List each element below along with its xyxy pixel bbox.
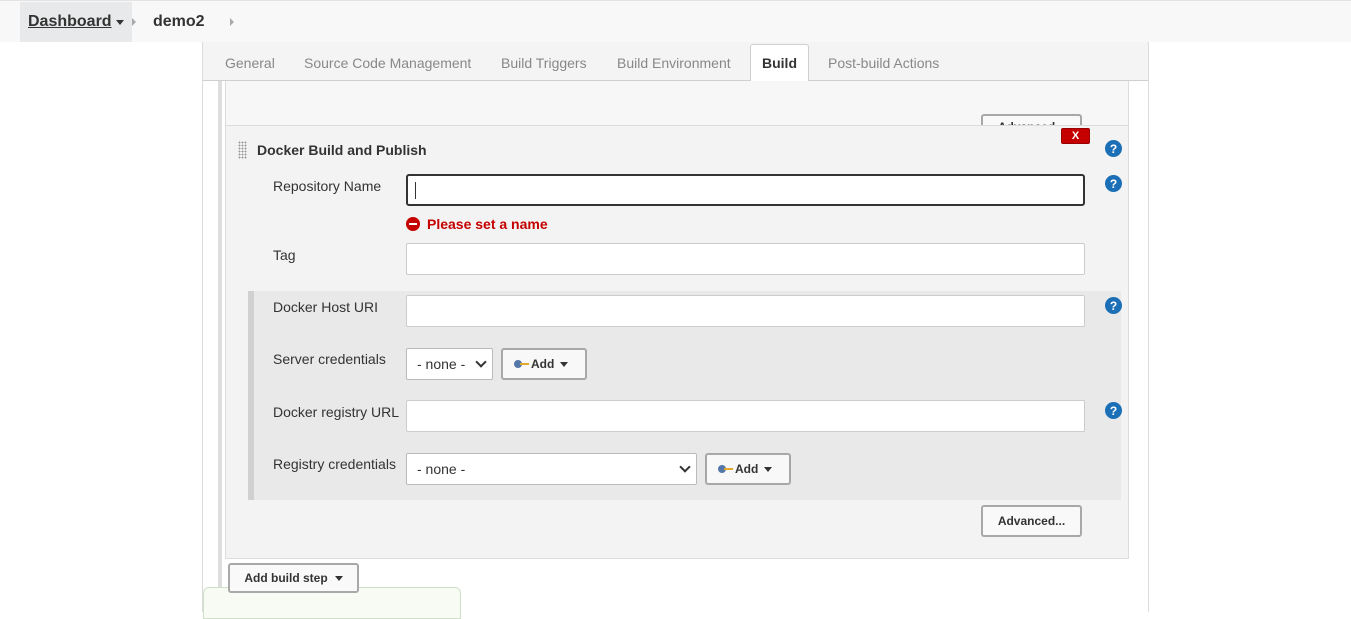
tab-build-environment[interactable]: Build Environment — [617, 55, 731, 71]
breadcrumb-dashboard[interactable]: Dashboard — [20, 2, 132, 42]
registry-credentials-select[interactable]: - none - — [406, 453, 697, 485]
tag-input[interactable] — [406, 243, 1085, 275]
add-button-label: Add — [735, 462, 759, 476]
chevron-down-icon — [475, 356, 487, 368]
docker-registry-url-input[interactable] — [406, 400, 1085, 432]
tag-label: Tag — [273, 247, 296, 263]
error-icon — [406, 217, 420, 231]
caret-down-icon — [560, 361, 569, 367]
add-build-step-label: Add build step — [244, 571, 328, 585]
docker-build-publish-step: Docker Build and Publish X ? Repository … — [225, 125, 1129, 559]
docker-registry-url-label: Docker registry URL — [273, 404, 400, 420]
add-button-label: Add — [531, 357, 555, 371]
chevron-down-icon — [679, 461, 691, 473]
delete-step-button[interactable]: X — [1061, 128, 1090, 144]
key-icon — [718, 465, 734, 473]
help-icon[interactable]: ? — [1105, 402, 1122, 419]
tab-general[interactable]: General — [225, 55, 275, 71]
repository-name-input[interactable] — [406, 174, 1085, 206]
breadcrumb-separator-icon — [132, 18, 136, 26]
caret-down-icon — [764, 466, 773, 472]
error-message: Please set a name — [427, 216, 548, 232]
tab-source-code-management[interactable]: Source Code Management — [304, 55, 471, 71]
server-credentials-label: Server credentials — [273, 351, 386, 367]
text-cursor — [415, 182, 416, 199]
docker-connection-group: Docker Host URI Server credentials - non… — [248, 291, 1121, 500]
breadcrumb-job[interactable]: demo2 — [153, 13, 205, 31]
add-build-step-button[interactable]: Add build step — [228, 563, 359, 593]
registry-credentials-selected: - none - — [417, 461, 466, 477]
breadcrumb-separator-icon — [230, 18, 234, 26]
caret-down-icon — [334, 575, 343, 581]
registry-credentials-add-button[interactable]: Add — [705, 453, 791, 485]
server-credentials-selected: - none - — [417, 356, 466, 372]
key-icon — [514, 360, 530, 368]
config-panel: General Source Code Management Build Tri… — [202, 42, 1149, 619]
help-icon[interactable]: ? — [1105, 140, 1122, 157]
help-icon[interactable]: ? — [1105, 175, 1122, 192]
registry-credentials-label: Registry credentials — [273, 456, 396, 472]
help-icon[interactable]: ? — [1105, 297, 1122, 314]
docker-host-uri-input[interactable] — [406, 295, 1085, 327]
repository-name-error: Please set a name — [406, 216, 548, 232]
dashboard-dropdown-icon[interactable] — [115, 19, 124, 25]
tab-build-triggers[interactable]: Build Triggers — [501, 55, 587, 71]
tab-post-build-actions[interactable]: Post-build Actions — [828, 55, 939, 71]
repository-name-label: Repository Name — [273, 178, 382, 194]
tab-build[interactable]: Build — [750, 44, 809, 81]
docker-advanced-button[interactable]: Advanced... — [981, 505, 1082, 537]
drag-handle-icon[interactable] — [238, 141, 247, 159]
docker-host-uri-label: Docker Host URI — [273, 299, 379, 315]
config-tab-bar: General Source Code Management Build Tri… — [203, 42, 1148, 81]
breadcrumb-dashboard-label[interactable]: Dashboard — [28, 13, 112, 31]
section-left-rail — [218, 81, 222, 612]
server-credentials-add-button[interactable]: Add — [501, 348, 587, 380]
breadcrumb-bar: Dashboard demo2 — [0, 0, 1351, 42]
step-title: Docker Build and Publish — [257, 142, 427, 158]
server-credentials-select[interactable]: - none - — [406, 348, 493, 380]
